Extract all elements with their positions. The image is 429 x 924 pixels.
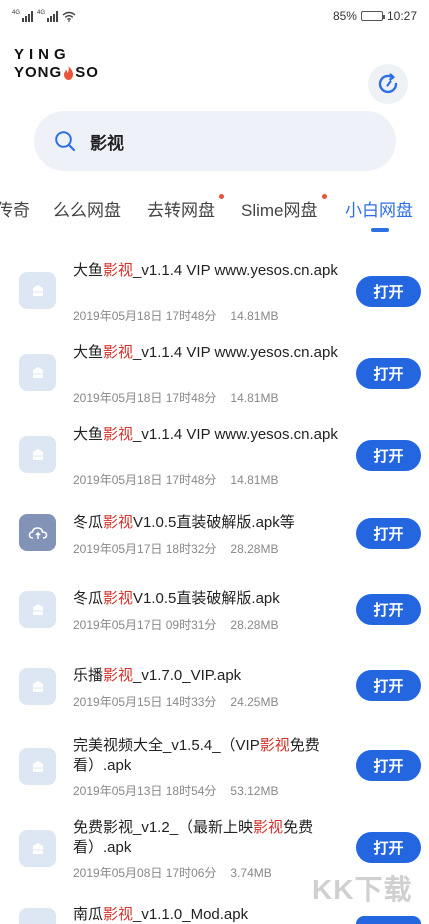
file-icon (19, 668, 56, 705)
result-row[interactable]: 大鱼影视_v1.1.4 VIP www.yesos.cn.apk 2019年05… (0, 248, 429, 330)
open-button[interactable]: 打开 (356, 832, 421, 863)
result-meta: 2019年05月18日 17时48分 14.81MB (73, 307, 278, 324)
watermark: KK下载 (312, 874, 413, 905)
refresh-icon (378, 73, 398, 94)
battery-icon (360, 11, 385, 21)
search-query[interactable]: 影视 (90, 129, 124, 154)
new-dot (321, 194, 327, 199)
open-button[interactable]: 打开 (356, 358, 421, 389)
tab-meme-wangpan[interactable]: 么么网盘 (53, 196, 121, 221)
search-icon (55, 131, 76, 152)
result-row[interactable]: 冬瓜影视V1.0.5直装破解版.apk等 2019年05月17日 18时32分 2… (0, 494, 429, 570)
result-date: 2019年05月13日 18时54分 (73, 784, 217, 798)
tab-quzhuan-wangpan[interactable]: 去转网盘 (147, 194, 224, 221)
tab-slime-wangpan[interactable]: Slime网盘 (241, 194, 327, 221)
result-size: 3.74MB (230, 866, 272, 880)
result-row[interactable]: 大鱼影视_v1.1.4 VIP www.yesos.cn.apk 2019年05… (0, 330, 429, 412)
flame-icon (64, 66, 74, 80)
result-date: 2019年05月15日 14时33分 (73, 695, 217, 709)
result-size: 28.28MB (230, 618, 279, 632)
result-title[interactable]: 南瓜影视_v1.1.0_Mod.apk (73, 905, 348, 924)
search-bar[interactable]: 影视 (34, 111, 396, 171)
tab-xiaobai-wangpan[interactable]: 小白网盘 (345, 196, 413, 221)
tab-chuanqi[interactable]: 传奇 (0, 196, 30, 221)
result-date: 2019年05月17日 18时32分 (73, 542, 217, 556)
file-icon (19, 908, 56, 924)
logo-line-2: YONG SO (14, 64, 99, 82)
status-left: 4G 4G (12, 10, 76, 22)
status-right: 85% 10:27 (333, 9, 417, 23)
result-date: 2019年05月18日 17时48分 (73, 391, 217, 405)
result-date: 2019年05月18日 17时48分 (73, 473, 217, 487)
signal-type-label: 4G (12, 10, 21, 16)
battery-percent: 85% (332, 9, 357, 23)
result-size: 14.81MB (230, 391, 279, 405)
refresh-button[interactable] (368, 64, 408, 104)
result-size: 28.28MB (230, 542, 279, 556)
result-row[interactable]: 大鱼影视_v1.1.4 VIP www.yesos.cn.apk 2019年05… (0, 412, 429, 494)
cloud-icon (19, 514, 56, 551)
tab-label: 么么网盘 (53, 201, 121, 220)
open-button[interactable]: 打开 (356, 594, 421, 625)
result-size: 14.81MB (230, 473, 279, 487)
open-button[interactable]: 打开 (356, 276, 421, 307)
app-logo: YING YONG SO (14, 46, 99, 82)
wifi-icon (62, 11, 76, 22)
file-icon (19, 748, 56, 785)
file-icon (19, 272, 56, 309)
result-size: 24.25MB (230, 695, 279, 709)
result-meta: 2019年05月17日 18时32分 28.28MB (73, 540, 278, 557)
logo-word-so: SO (75, 64, 99, 81)
tab-label: Slime网盘 (241, 201, 318, 220)
result-title[interactable]: 完美视频大全_v1.5.4_（VIP影视免费看）.apk (73, 736, 348, 776)
result-meta: 2019年05月15日 14时33分 24.25MB (73, 693, 278, 710)
cell-signal-icon-2: 4G (37, 10, 59, 22)
active-tab-indicator (371, 228, 389, 232)
open-button[interactable]: 打开 (356, 670, 421, 701)
signal-type-label-2: 4G (37, 10, 46, 16)
clock: 10:27 (386, 9, 417, 23)
tab-label: 去转网盘 (147, 201, 215, 220)
open-button[interactable]: 打开 (356, 440, 421, 471)
source-tabs: 传奇 么么网盘 去转网盘 Slime网盘 小白网盘 (0, 188, 429, 232)
result-row[interactable]: 冬瓜影视V1.0.5直装破解版.apk 2019年05月17日 09时31分 28… (0, 570, 429, 648)
result-size: 14.81MB (230, 309, 279, 323)
file-icon (19, 830, 56, 867)
result-row[interactable]: 乐播影视_v1.7.0_VIP.apk 2019年05月15日 14时33分 24… (0, 648, 429, 724)
result-title[interactable]: 大鱼影视_v1.1.4 VIP www.yesos.cn.apk (73, 425, 348, 445)
result-title[interactable]: 大鱼影视_v1.1.4 VIP www.yesos.cn.apk (73, 343, 348, 363)
result-title[interactable]: 大鱼影视_v1.1.4 VIP www.yesos.cn.apk (73, 261, 348, 281)
result-meta: 2019年05月17日 09时31分 28.28MB (73, 616, 278, 633)
result-row[interactable]: 完美视频大全_v1.5.4_（VIP影视免费看）.apk 2019年05月13日… (0, 724, 429, 806)
result-title[interactable]: 冬瓜影视V1.0.5直装破解版.apk等 (73, 513, 348, 533)
result-meta: 2019年05月18日 17时48分 14.81MB (73, 389, 278, 406)
result-size: 53.12MB (230, 784, 279, 798)
result-date: 2019年05月18日 17时48分 (73, 309, 217, 323)
open-button[interactable]: 打开 (356, 750, 421, 781)
logo-word-yong: YONG (14, 64, 63, 81)
status-bar: 4G 4G 85% 10:27 (0, 0, 429, 32)
tab-label: 小白网盘 (345, 201, 413, 220)
result-title[interactable]: 乐播影视_v1.7.0_VIP.apk (73, 666, 348, 686)
open-button[interactable] (356, 916, 421, 924)
result-title[interactable]: 免费影视_v1.2_（最新上映影视免费看）.apk (73, 818, 348, 858)
open-button[interactable]: 打开 (356, 518, 421, 549)
result-meta: 2019年05月18日 17时48分 14.81MB (73, 471, 278, 488)
file-icon (19, 354, 56, 391)
file-icon (19, 591, 56, 628)
result-date: 2019年05月17日 09时31分 (73, 618, 217, 632)
result-title[interactable]: 冬瓜影视V1.0.5直装破解版.apk (73, 589, 348, 609)
cell-signal-icon: 4G (12, 10, 34, 22)
tab-label: 传奇 (0, 201, 30, 220)
result-date: 2019年05月08日 17时06分 (73, 866, 217, 880)
result-meta: 2019年05月08日 17时06分 3.74MB (73, 864, 272, 881)
file-icon (19, 436, 56, 473)
new-dot (219, 194, 224, 199)
result-meta: 2019年05月13日 18时54分 53.12MB (73, 782, 278, 799)
logo-line-1: YING (14, 46, 71, 63)
